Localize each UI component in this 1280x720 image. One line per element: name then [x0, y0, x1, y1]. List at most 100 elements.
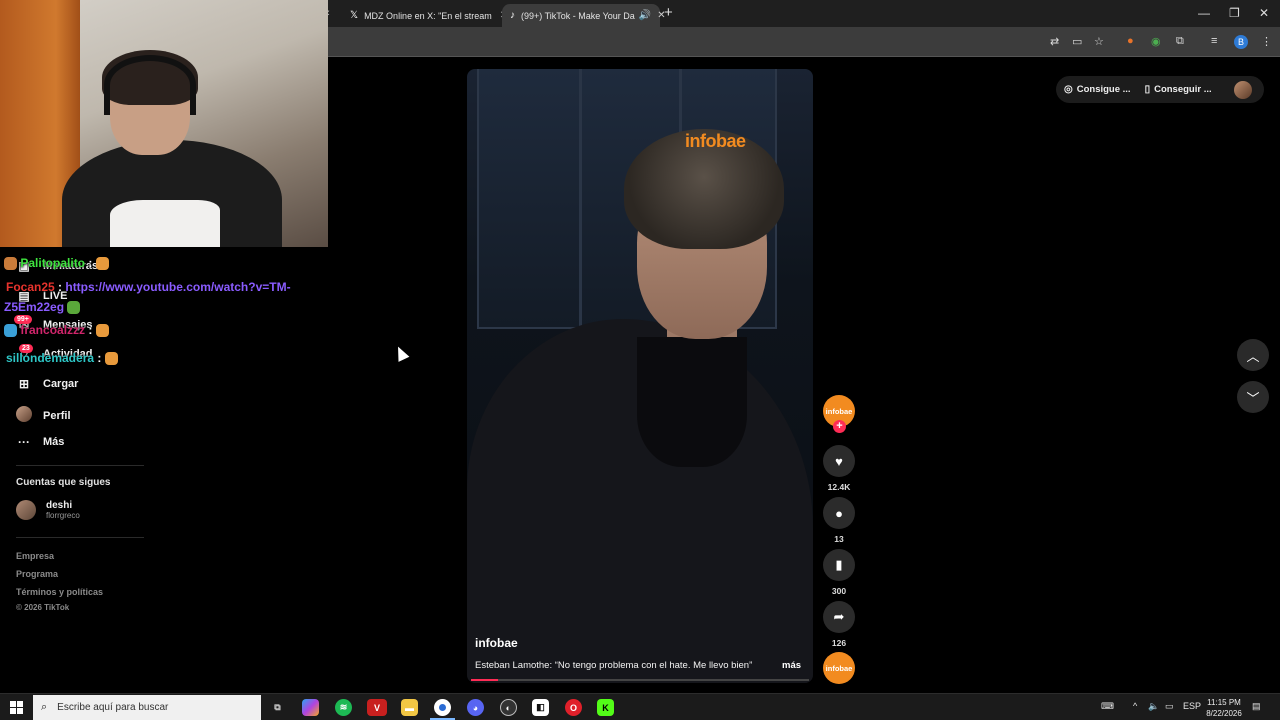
follow-button[interactable]: +	[833, 420, 846, 433]
caption-more-link[interactable]: más	[782, 660, 801, 671]
video-progress-bar[interactable]	[471, 679, 809, 681]
voicemeeter-icon[interactable]: V	[367, 699, 387, 716]
close-window-button[interactable]: ✕	[1259, 6, 1269, 20]
bookmark-icon: ▮	[823, 549, 855, 581]
chevron-down-icon: ﹀	[1246, 390, 1260, 406]
screen: ‹ 𝕏 MDZ Online en X: "En el stream ✕ ♪ (…	[0, 0, 1280, 720]
sidebar-item-label: Más	[43, 436, 65, 448]
share-count: 126	[831, 638, 847, 648]
emote-icon	[95, 257, 109, 271]
chrome-icon[interactable]	[434, 699, 451, 716]
heart-icon: ♥	[823, 445, 855, 477]
sidebar-item-label: Perfil	[43, 409, 71, 422]
video-author[interactable]: infobae	[475, 636, 518, 650]
windows-start-icon[interactable]	[10, 701, 23, 714]
network-icon[interactable]: ▭	[1165, 701, 1174, 712]
footer-link-terminos[interactable]: Términos y políticas	[16, 587, 103, 597]
search-icon: ⌕	[41, 701, 48, 713]
chat-separator: :	[54, 280, 66, 294]
cast-icon[interactable]: ▭	[1072, 35, 1082, 48]
video-person-shirt	[637, 337, 747, 467]
next-video-button[interactable]: ﹀	[1237, 381, 1269, 413]
get-app-button[interactable]: ▯ Conseguir ...	[1145, 84, 1212, 95]
keyboard-icon[interactable]: ⌨	[1101, 701, 1114, 712]
taskbar-search-box[interactable]: ⌕ Escribe aquí para buscar	[33, 695, 261, 720]
like-button[interactable]: ♥ 12.4K	[823, 445, 855, 492]
user-avatar[interactable]	[1234, 81, 1252, 99]
spotify-icon[interactable]: ≋	[335, 699, 352, 716]
browser-menu-icon[interactable]: ⋮	[1261, 35, 1272, 48]
capcut-icon[interactable]: ◧	[532, 699, 549, 716]
chat-message: Palitopalito :	[4, 256, 109, 271]
chat-message: francoalzzz :	[4, 323, 109, 338]
extension-fox-icon[interactable]: ●	[1127, 35, 1134, 47]
notifications-icon[interactable]: ▤	[1252, 701, 1261, 712]
volume-icon[interactable]: 🔈	[1148, 701, 1159, 712]
pill-label: Consigue ...	[1076, 84, 1131, 95]
speaker-icon[interactable]: 🔊	[639, 10, 651, 21]
kick-icon[interactable]: K	[597, 699, 614, 716]
footer-link-empresa[interactable]: Empresa	[16, 551, 54, 561]
footer-link-programa[interactable]: Programa	[16, 569, 58, 579]
copilot-icon[interactable]	[302, 699, 319, 716]
tray-expand-icon[interactable]: ^	[1133, 701, 1137, 711]
chat-message-continued: Z5Em22eg	[4, 300, 81, 315]
sidebar-item-cargar[interactable]: ⊞ Cargar	[16, 377, 79, 391]
sidebar-divider	[16, 537, 144, 538]
headset-icon	[104, 55, 196, 115]
sound-disc-button[interactable]: infobae	[823, 652, 855, 684]
bookmark-star-icon[interactable]: ☆	[1094, 35, 1104, 48]
pill-label: Conseguir ...	[1154, 84, 1212, 95]
x-logo-icon: 𝕏	[350, 10, 359, 21]
new-tab-button[interactable]: +	[664, 4, 673, 21]
phone-icon: ▯	[1144, 84, 1151, 95]
taskbar-clock[interactable]: 11:15 PM 8/22/2026	[1200, 697, 1248, 719]
sidebar-item-mas[interactable]: ··· Más	[16, 435, 64, 449]
browser-profile-avatar[interactable]: B	[1234, 35, 1248, 49]
comment-button[interactable]: ● 13	[823, 497, 855, 544]
save-button[interactable]: ▮ 300	[823, 549, 855, 596]
extensions-puzzle-icon[interactable]: ⧉	[1176, 35, 1184, 48]
chat-link[interactable]: https://www.youtube.com/watch?v=TM-	[65, 280, 290, 294]
video-progress-fill	[471, 679, 499, 681]
media-control-icon[interactable]: ≡	[1211, 35, 1217, 47]
file-explorer-icon[interactable]: ▬	[401, 699, 418, 716]
extension-color-icon[interactable]: ◉	[1151, 35, 1161, 48]
share-button[interactable]: ➦ 126	[823, 601, 855, 648]
sound-disc: infobae	[823, 652, 855, 684]
discord-icon[interactable]: ◕	[467, 699, 484, 716]
restore-button[interactable]: ❐	[1229, 6, 1240, 20]
video-window-bar	[579, 69, 582, 329]
chat-separator: :	[94, 351, 102, 365]
chat-username: Focan25	[6, 280, 55, 294]
webcam-overlay	[0, 0, 328, 247]
tab-mdz-online[interactable]: 𝕏 MDZ Online en X: "En el stream ✕	[342, 4, 508, 27]
chat-message: Focan25 : https://www.youtube.com/watch?…	[6, 280, 291, 294]
save-count: 300	[831, 586, 847, 596]
tiktok-logo-icon: ♪	[510, 10, 515, 21]
avatar	[16, 500, 36, 520]
previous-video-button[interactable]: ︿	[1237, 339, 1269, 371]
language-indicator[interactable]: ESP	[1183, 701, 1201, 711]
tab-title: MDZ Online en X: "En el stream	[364, 10, 492, 21]
obs-icon[interactable]: ◐	[500, 699, 517, 716]
emote-icon	[95, 324, 109, 338]
tab-tiktok[interactable]: ♪ (99+) TikTok - Make Your Da 🔊 ✕	[502, 4, 666, 27]
get-coins-button[interactable]: ◎ Consigue ...	[1064, 84, 1131, 95]
chat-username: sillondemadera	[6, 351, 95, 365]
sidebar-item-perfil[interactable]: Perfil	[16, 406, 71, 425]
account-handle: florrgreco	[46, 511, 80, 520]
video-player[interactable]: infobae infobae Esteban Lamothe: “No ten…	[467, 69, 813, 683]
opera-icon[interactable]: O	[565, 699, 582, 716]
share-arrow-icon: ➦	[823, 601, 855, 633]
chat-link[interactable]: Z5Em22eg	[4, 300, 64, 314]
emote-icon	[4, 257, 17, 271]
video-caption: Esteban Lamothe: “No tengo problema con …	[475, 660, 753, 671]
plus-square-icon: ⊞	[18, 377, 30, 391]
minimize-button[interactable]: —	[1198, 6, 1210, 20]
translate-icon[interactable]: ⇄	[1050, 35, 1059, 48]
following-account[interactable]: deshi florrgreco	[16, 500, 80, 520]
windows-taskbar: ⌕ Escribe aquí para buscar ⧉ ≋ V ▬ ◕ ◐ ◧…	[0, 693, 1280, 720]
task-view-icon[interactable]: ⧉	[269, 699, 286, 716]
webcam-paper	[110, 200, 220, 247]
